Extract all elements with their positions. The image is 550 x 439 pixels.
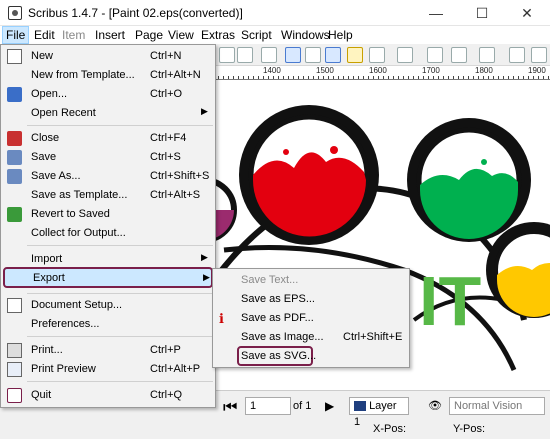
menu-view[interactable]: View bbox=[168, 28, 194, 42]
menu-export[interactable]: Export ▶ bbox=[3, 267, 213, 288]
layer-color-swatch bbox=[354, 401, 366, 412]
menu-print[interactable]: Print... Ctrl+P bbox=[3, 341, 213, 360]
revert-icon bbox=[7, 207, 22, 222]
menu-save-as-template[interactable]: Save as Template... Ctrl+Alt+S bbox=[3, 186, 213, 205]
shape-icon[interactable] bbox=[369, 47, 385, 63]
select-tool-icon[interactable] bbox=[261, 47, 277, 63]
toolbar bbox=[213, 44, 550, 66]
eyedropper-icon[interactable] bbox=[509, 47, 525, 63]
window-title: Scribus 1.4.7 - [Paint 02.eps(converted)… bbox=[28, 6, 243, 20]
ruler-label: 1500 bbox=[316, 66, 334, 75]
file-menu: New Ctrl+N New from Template... Ctrl+Alt… bbox=[0, 44, 216, 408]
maximize-button[interactable]: ☐ bbox=[459, 0, 505, 26]
bezier-icon[interactable] bbox=[451, 47, 467, 63]
canvas-letters: IT bbox=[419, 262, 481, 340]
page-number-field[interactable]: 1 bbox=[245, 397, 291, 415]
menu-revert-to-saved[interactable]: Revert to Saved bbox=[3, 205, 213, 224]
ruler-label: 1900 bbox=[528, 66, 546, 75]
menu-open-recent[interactable]: Open Recent ▶ bbox=[3, 104, 213, 123]
menu-separator bbox=[27, 245, 213, 246]
menu-print-preview[interactable]: Print Preview Ctrl+Alt+P bbox=[3, 360, 213, 379]
page-count: of 1 bbox=[293, 400, 312, 412]
menu-page[interactable]: Page bbox=[135, 28, 163, 42]
ruler-label: 1400 bbox=[263, 66, 281, 75]
ruler-label: 1600 bbox=[369, 66, 387, 75]
ruler-label: 1800 bbox=[475, 66, 493, 75]
menu-item[interactable]: Item bbox=[62, 28, 85, 42]
xpos-label: X-Pos: bbox=[373, 423, 407, 435]
menu-save-as-svg[interactable]: Save as SVG... bbox=[215, 346, 407, 367]
pdf-icon: ℹ bbox=[219, 311, 224, 326]
menu-edit[interactable]: Edit bbox=[34, 28, 55, 42]
menu-new[interactable]: New Ctrl+N bbox=[3, 47, 213, 66]
menu-separator bbox=[27, 381, 213, 382]
menu-quit[interactable]: Quit Ctrl+Q bbox=[3, 386, 213, 405]
submenu-arrow-icon: ▶ bbox=[201, 252, 208, 262]
menu-preferences[interactable]: Preferences... bbox=[3, 315, 213, 334]
menu-separator bbox=[27, 125, 213, 126]
next-page-icon[interactable]: ▶ bbox=[325, 399, 334, 413]
status-bar: ⏮ 1 of 1 ▶ Layer 1 👁 Normal Vision X-Pos… bbox=[213, 390, 550, 439]
image-frame-icon[interactable] bbox=[305, 47, 321, 63]
horizontal-ruler[interactable]: 1400 1500 1600 1700 1800 1900 bbox=[213, 66, 550, 80]
export-submenu: Save Text... Save as EPS... ℹ Save as PD… bbox=[212, 268, 410, 368]
minimize-button[interactable]: — bbox=[413, 0, 459, 26]
first-page-icon[interactable]: ⏮ bbox=[223, 399, 237, 417]
close-button[interactable]: ✕ bbox=[504, 0, 550, 26]
link-icon[interactable] bbox=[531, 47, 547, 63]
menu-save-as-image[interactable]: Save as Image... Ctrl+Shift+E bbox=[215, 328, 407, 347]
open-folder-icon bbox=[7, 87, 22, 102]
menu-separator bbox=[27, 336, 213, 337]
eye-icon[interactable]: 👁 bbox=[428, 399, 442, 412]
menu-insert[interactable]: Insert bbox=[95, 28, 125, 42]
polygon-icon[interactable] bbox=[397, 47, 413, 63]
new-document-icon bbox=[7, 49, 22, 64]
menu-save[interactable]: Save Ctrl+S bbox=[3, 148, 213, 167]
menu-bar: File Edit Item Insert Page View Extras S… bbox=[0, 26, 550, 44]
title-bar: Scribus 1.4.7 - [Paint 02.eps(converted)… bbox=[0, 0, 550, 26]
menu-close[interactable]: Close Ctrl+F4 bbox=[3, 129, 213, 148]
scribus-app-icon bbox=[8, 6, 22, 20]
print-preview-icon bbox=[7, 362, 22, 377]
copy-icon[interactable] bbox=[219, 47, 235, 63]
menu-file[interactable]: File bbox=[2, 26, 30, 44]
close-document-icon bbox=[7, 131, 22, 146]
freehand-icon[interactable] bbox=[479, 47, 495, 63]
submenu-arrow-icon: ▶ bbox=[203, 272, 210, 282]
paste-icon[interactable] bbox=[237, 47, 253, 63]
quit-icon bbox=[7, 388, 22, 403]
menu-script[interactable]: Script bbox=[241, 28, 272, 42]
menu-new-from-template[interactable]: New from Template... Ctrl+Alt+N bbox=[3, 66, 213, 85]
ypos-label: Y-Pos: bbox=[453, 423, 486, 435]
menu-document-setup[interactable]: Document Setup... bbox=[3, 296, 213, 315]
menu-save-as-pdf[interactable]: ℹ Save as PDF... bbox=[215, 309, 407, 328]
line-icon[interactable] bbox=[427, 47, 443, 63]
print-icon bbox=[7, 343, 22, 358]
render-frame-icon[interactable] bbox=[325, 47, 341, 63]
table-icon[interactable] bbox=[347, 47, 363, 63]
menu-save-as[interactable]: Save As... Ctrl+Shift+S bbox=[3, 167, 213, 186]
save-icon bbox=[7, 150, 22, 165]
ruler-label: 1700 bbox=[422, 66, 440, 75]
text-frame-icon[interactable] bbox=[285, 47, 301, 63]
menu-save-as-eps[interactable]: Save as EPS... bbox=[215, 290, 407, 309]
menu-extras[interactable]: Extras bbox=[201, 28, 235, 42]
menu-save-text[interactable]: Save Text... bbox=[215, 271, 407, 290]
menu-collect-for-output[interactable]: Collect for Output... bbox=[3, 224, 213, 243]
save-as-icon bbox=[7, 169, 22, 184]
document-setup-icon bbox=[7, 298, 22, 313]
layer-select[interactable]: Layer 1 bbox=[349, 397, 409, 428]
view-mode-select[interactable]: Normal Vision bbox=[449, 397, 545, 415]
menu-separator bbox=[27, 293, 213, 294]
menu-windows[interactable]: Windows bbox=[281, 28, 330, 42]
menu-help[interactable]: Help bbox=[328, 28, 353, 42]
menu-open[interactable]: Open... Ctrl+O bbox=[3, 85, 213, 104]
submenu-arrow-icon: ▶ bbox=[201, 106, 208, 116]
